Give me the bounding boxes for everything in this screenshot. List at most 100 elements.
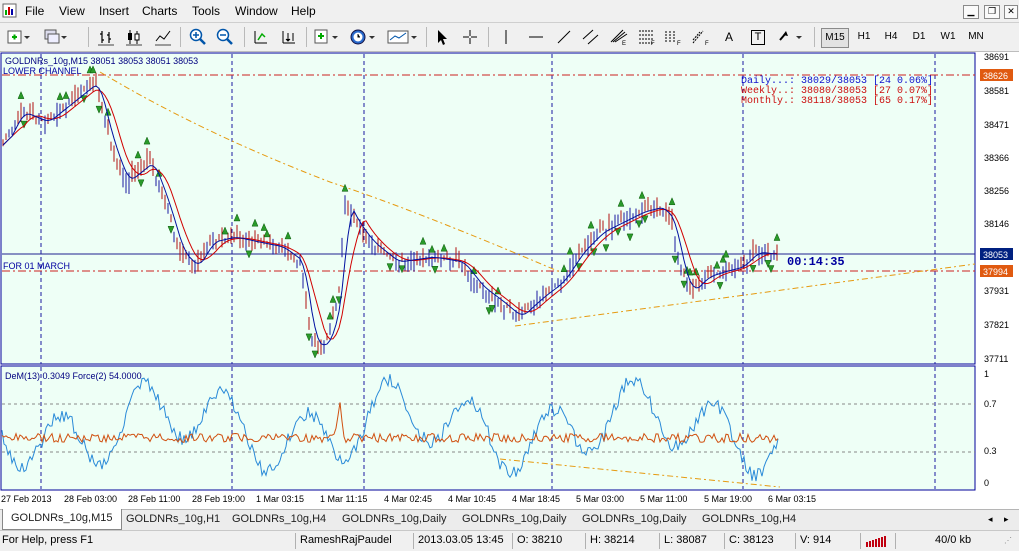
price-marker-label: 38053 (983, 250, 1008, 260)
profiles-icon[interactable] (42, 26, 68, 48)
svg-text:F: F (651, 41, 655, 46)
fibo-arcs-icon[interactable]: F (690, 26, 712, 48)
chart-tabs: GOLDNRs_10g,M15 GOLDNRs_10g,H1 GOLDNRs_1… (0, 509, 1019, 530)
horizontal-line-icon[interactable] (526, 26, 546, 48)
timeframe-w1[interactable]: W1 (937, 28, 959, 46)
bar-chart-icon[interactable] (95, 26, 117, 48)
price-marker-label: 37994 (983, 267, 1008, 277)
cursor-icon[interactable] (432, 26, 452, 48)
tab-goldnrs-daily[interactable]: GOLDNRs_10g,Daily (574, 510, 695, 528)
price-tick: 37931 (984, 286, 1009, 296)
tab-scroll-left-icon[interactable]: ◂ (988, 514, 993, 525)
status-low: L: 38087 (664, 534, 707, 546)
menu-bar: File View Insert Charts Tools Window Hel… (0, 0, 1019, 23)
status-separator (512, 533, 513, 549)
toolbar-separator (814, 27, 815, 47)
indicators-icon[interactable] (312, 26, 342, 48)
vertical-line-icon[interactable] (498, 26, 514, 48)
svg-text:E: E (622, 41, 626, 46)
minimize-icon[interactable]: ▁ (963, 5, 979, 19)
status-separator (795, 533, 796, 549)
svg-text:F: F (677, 41, 681, 46)
toolbar-separator (426, 27, 427, 47)
app-icon[interactable] (2, 3, 17, 18)
chart-window[interactable]: GOLDNRs_10g,M15 38051 38053 38051 38053 … (0, 52, 1019, 509)
toolbar-separator (180, 27, 181, 47)
tab-goldnrs-daily[interactable]: GOLDNRs_10g,Daily (454, 510, 575, 528)
menu-help[interactable]: Help (291, 4, 316, 18)
time-label: 4 Mar 02:45 (384, 494, 432, 504)
timeframe-h4[interactable]: H4 (880, 28, 902, 46)
status-separator (659, 533, 660, 549)
tab-goldnrs-daily[interactable]: GOLDNRs_10g,Daily (334, 510, 455, 528)
menu-tools[interactable]: Tools (192, 4, 220, 18)
text-label-icon[interactable]: T (748, 26, 768, 48)
zoom-out-icon[interactable] (214, 26, 236, 48)
indicator-tick: 0 (984, 478, 989, 488)
time-label: 27 Feb 2013 (1, 494, 52, 504)
text-tool-icon[interactable]: A (719, 26, 739, 48)
tab-goldnrs-h4[interactable]: GOLDNRs_10g,H4 (224, 510, 334, 528)
toolbar-separator (488, 27, 489, 47)
time-label: 28 Feb 03:00 (64, 494, 117, 504)
gann-line-icon[interactable]: E (608, 26, 630, 48)
status-help: For Help, press F1 (2, 534, 94, 546)
restore-icon[interactable]: ❐ (984, 5, 1000, 19)
templates-icon[interactable] (386, 26, 420, 48)
time-label: 28 Feb 19:00 (192, 494, 245, 504)
menu-view[interactable]: View (59, 4, 85, 18)
arrows-icon[interactable] (776, 26, 806, 48)
timeframe-mn[interactable]: MN (965, 28, 987, 46)
timeframe-m15[interactable]: M15 (821, 28, 849, 48)
status-close: C: 38123 (729, 534, 774, 546)
status-volume: V: 914 (800, 534, 832, 546)
menu-window[interactable]: Window (235, 4, 278, 18)
fibo-fan-icon[interactable]: F (662, 26, 684, 48)
status-open: O: 38210 (517, 534, 563, 546)
price-tick: 37821 (984, 320, 1009, 330)
status-separator (895, 533, 896, 549)
time-label: 4 Mar 18:45 (512, 494, 560, 504)
close-icon[interactable]: ✕ (1004, 5, 1018, 19)
indicator-tick: 0.3 (984, 446, 997, 456)
tab-goldnrs-m15[interactable]: GOLDNRs_10g,M15 (2, 509, 122, 530)
zoom-in-icon[interactable] (187, 26, 209, 48)
time-label: 5 Mar 19:00 (704, 494, 752, 504)
menu-insert[interactable]: Insert (99, 4, 129, 18)
menu-file[interactable]: File (25, 4, 44, 18)
menu-charts[interactable]: Charts (142, 4, 177, 18)
toolbar-separator (306, 27, 307, 47)
autoscroll-icon[interactable] (278, 26, 300, 48)
chart-shift-icon[interactable] (250, 26, 272, 48)
toolbar-separator (88, 27, 89, 47)
tab-goldnrs-h4[interactable]: GOLDNRs_10g,H4 (694, 510, 804, 528)
time-label: 28 Feb 11:00 (128, 494, 180, 504)
crosshair-icon[interactable] (460, 26, 480, 48)
indicator-tick: 1 (984, 369, 989, 379)
time-label: 5 Mar 03:00 (576, 494, 624, 504)
info-monthly: Monthly.: 38118/38053 [65 0.17%] (741, 95, 933, 107)
price-tick: 38146 (984, 219, 1009, 229)
timeframe-d1[interactable]: D1 (908, 28, 930, 46)
timeframe-h1[interactable]: H1 (853, 28, 875, 46)
price-tick: 37711 (984, 354, 1008, 364)
tab-goldnrs-h1[interactable]: GOLDNRs_10g,H1 (118, 510, 228, 528)
time-label: 1 Mar 11:15 (320, 494, 367, 504)
fibo-retracement-icon[interactable]: F (636, 26, 658, 48)
new-chart-icon[interactable] (6, 26, 32, 48)
channel-icon[interactable] (580, 26, 602, 48)
status-high: H: 38214 (590, 534, 635, 546)
time-label: 6 Mar 03:15 (768, 494, 816, 504)
toolbar-separator (244, 27, 245, 47)
periods-clock-icon[interactable] (348, 26, 378, 48)
status-separator (860, 533, 861, 549)
line-chart-icon[interactable] (152, 26, 174, 48)
candlestick-icon[interactable] (123, 26, 145, 48)
status-separator (413, 533, 414, 549)
trendline-icon[interactable] (554, 26, 574, 48)
price-tick: 38256 (984, 186, 1009, 196)
tab-scroll-right-icon[interactable]: ▸ (1004, 514, 1009, 525)
status-bar: For Help, press F1 RameshRajPaudel 2013.… (0, 530, 1019, 551)
status-separator (295, 533, 296, 549)
svg-text:F: F (705, 41, 709, 46)
